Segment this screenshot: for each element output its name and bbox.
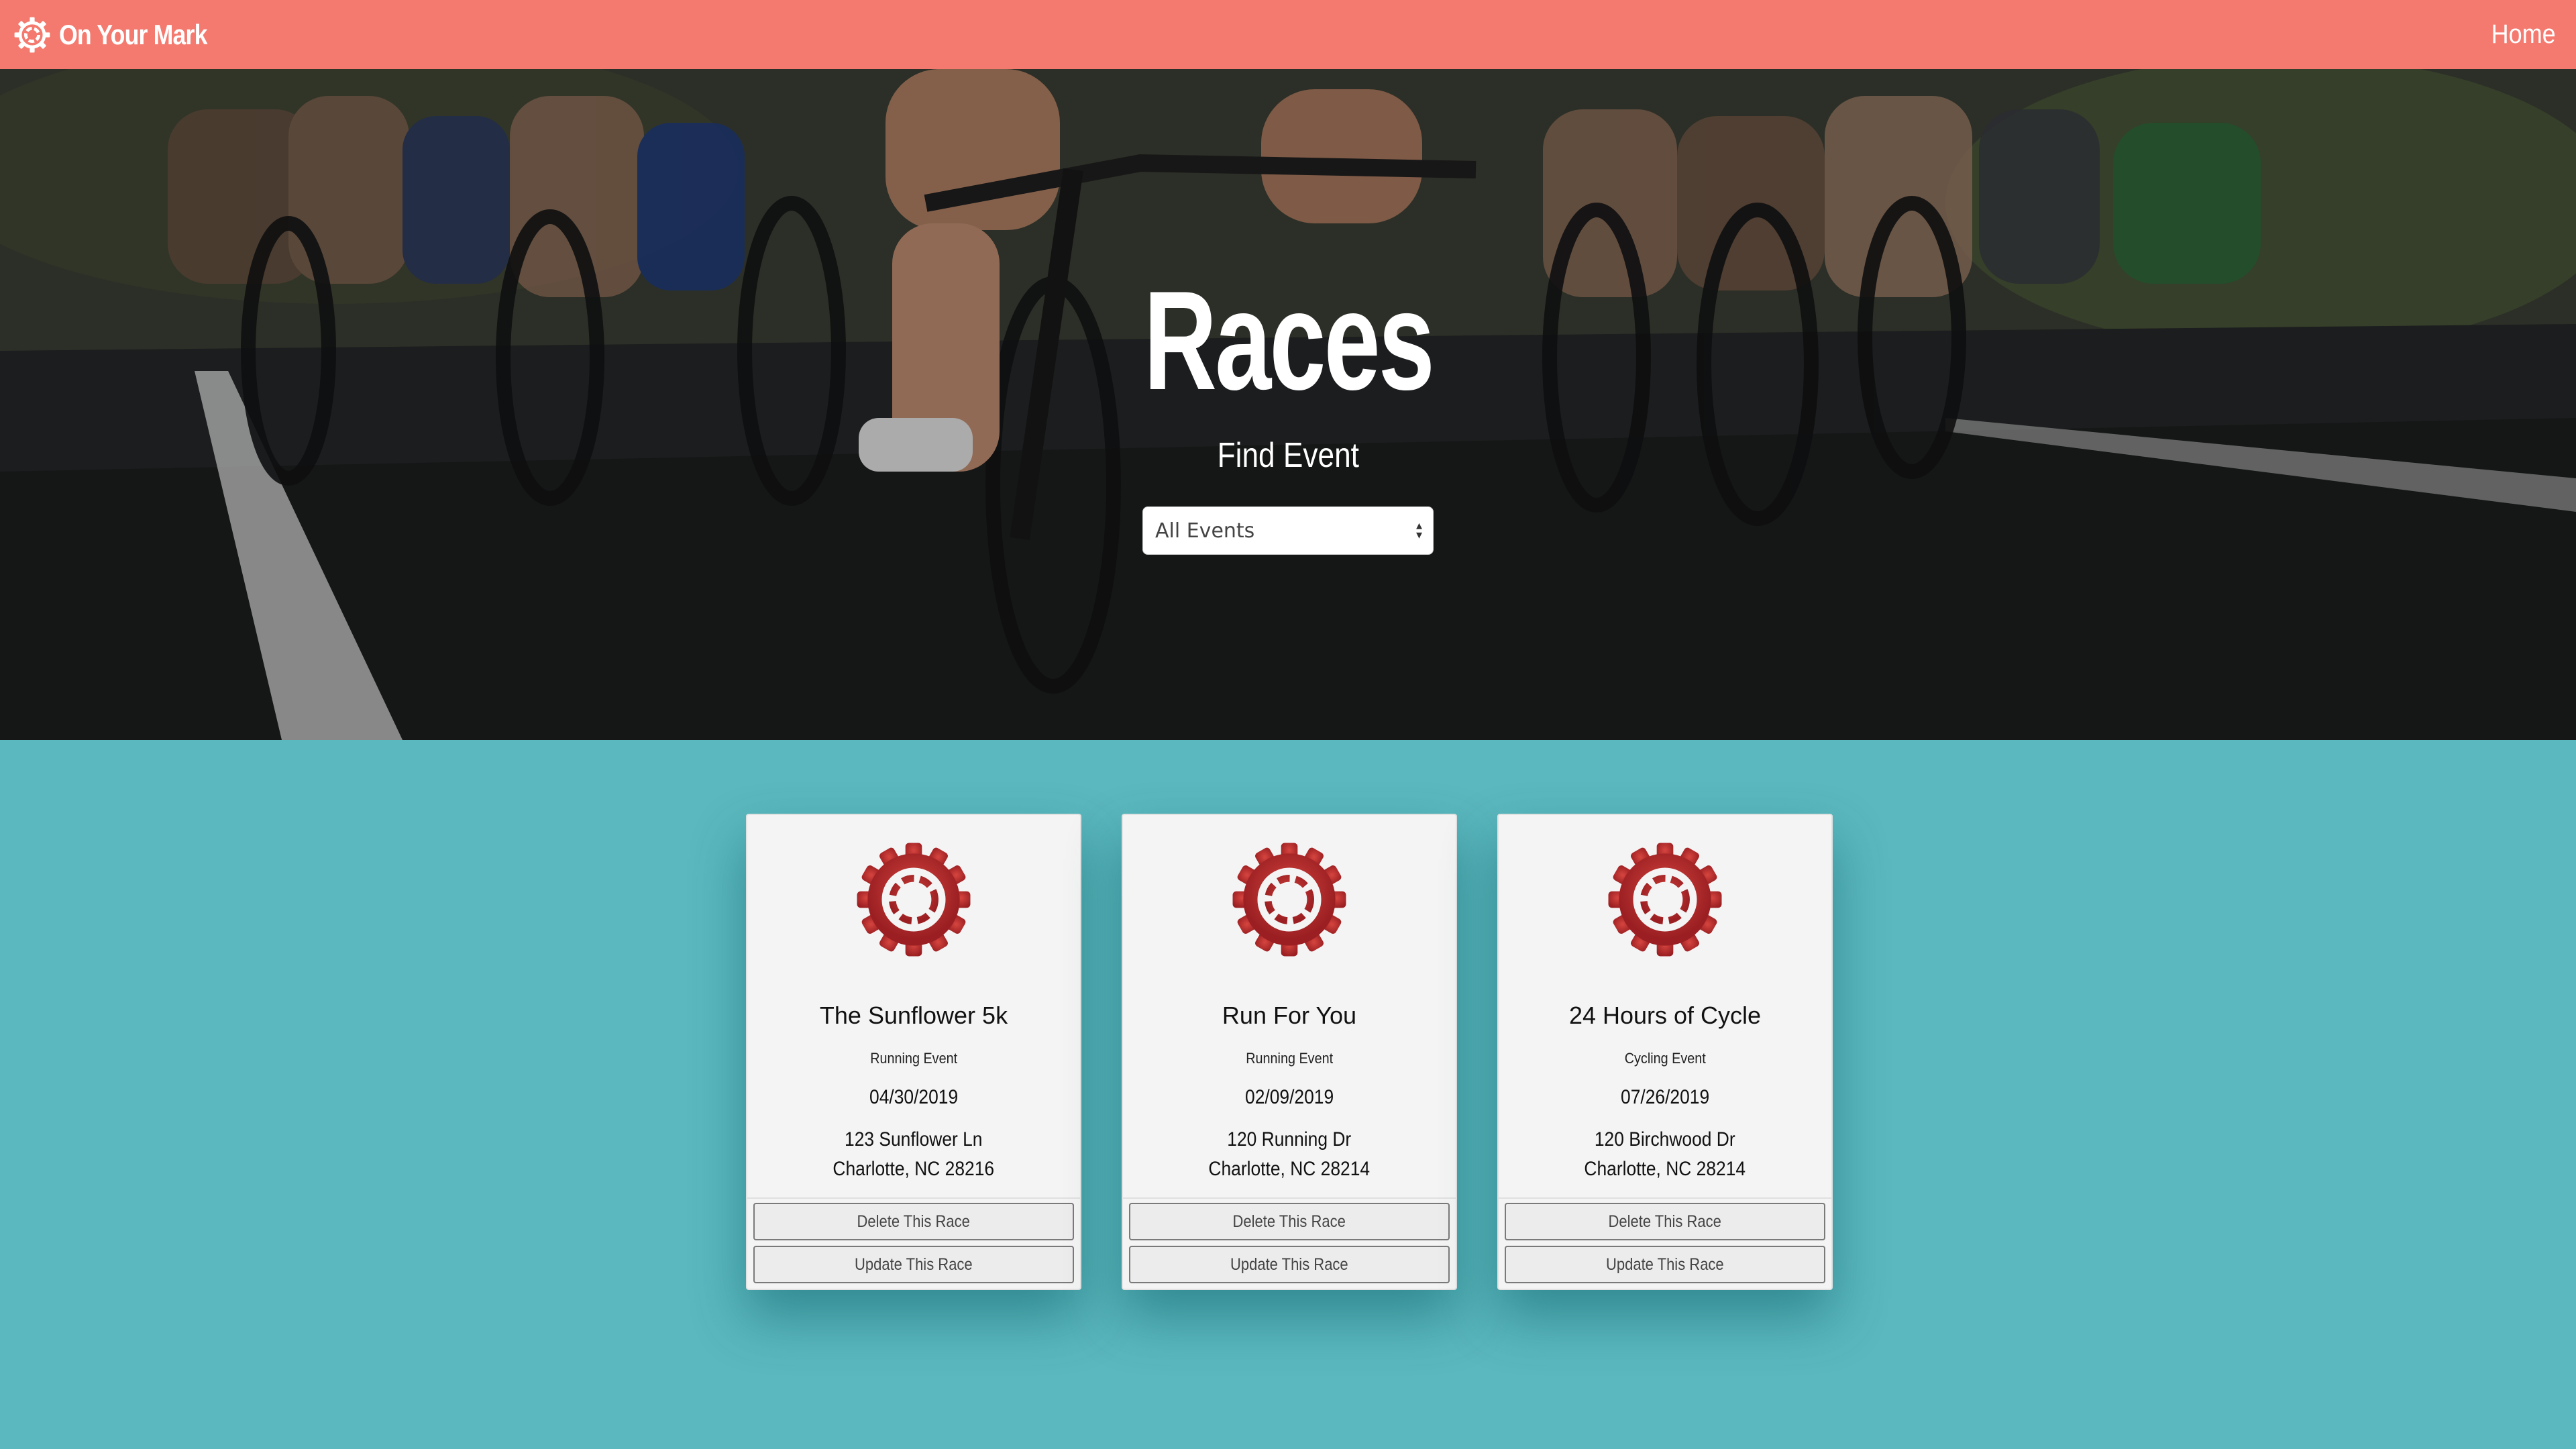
gear-icon: [857, 843, 971, 957]
race-address: 120 Running Dr Charlotte, NC 28214: [1209, 1125, 1371, 1184]
race-card: 24 Hours of Cycle Cycling Event 07/26/20…: [1497, 814, 1833, 1290]
brand-link[interactable]: On Your Mark: [12, 15, 233, 55]
race-name: 24 Hours of Cycle: [1568, 1002, 1762, 1029]
race-card: Run For You Running Event 02/09/2019 120…: [1122, 814, 1457, 1290]
race-card: The Sunflower 5k Running Event 04/30/201…: [746, 814, 1081, 1290]
race-address-line2: Charlotte, NC 28214: [1584, 1158, 1746, 1180]
hero-content: Races Find Event All Events ▴ ▾: [0, 69, 2576, 740]
race-card-actions: Delete This Race Update This Race: [1499, 1197, 1831, 1289]
find-event-label: Find Event: [1217, 436, 1359, 475]
delete-race-button[interactable]: Delete This Race: [1129, 1203, 1450, 1240]
race-address-line2: Charlotte, NC 28214: [1208, 1158, 1371, 1180]
gear-icon: [1232, 843, 1346, 957]
event-filter-value: All Events: [1155, 519, 1255, 543]
race-card-list: The Sunflower 5k Running Event 04/30/201…: [746, 814, 1833, 1290]
nav-home-link[interactable]: Home: [2491, 19, 2556, 50]
update-race-button[interactable]: Update This Race: [1129, 1246, 1450, 1283]
race-name: Run For You: [1222, 1002, 1357, 1029]
race-card-actions: Delete This Race Update This Race: [1123, 1197, 1456, 1289]
race-address-line1: 120 Birchwood Dr: [1595, 1128, 1735, 1150]
race-card-actions: Delete This Race Update This Race: [747, 1197, 1080, 1289]
race-type: Cycling Event: [1624, 1050, 1706, 1067]
update-race-button[interactable]: Update This Race: [1505, 1246, 1825, 1283]
race-type: Running Event: [870, 1050, 957, 1067]
race-address-line2: Charlotte, NC 28216: [833, 1158, 995, 1180]
race-address: 123 Sunflower Ln Charlotte, NC 28216: [833, 1125, 995, 1184]
page-title: Races: [1143, 262, 1434, 419]
update-race-button[interactable]: Update This Race: [753, 1246, 1074, 1283]
sort-arrows-icon: ▴ ▾: [1415, 519, 1422, 542]
brand-name[interactable]: On Your Mark: [59, 19, 207, 51]
delete-race-button[interactable]: Delete This Race: [1505, 1203, 1825, 1240]
race-address-line1: 120 Running Dr: [1227, 1128, 1352, 1150]
gear-icon: [1608, 843, 1722, 957]
race-date: 04/30/2019: [869, 1086, 959, 1108]
race-address-line1: 123 Sunflower Ln: [845, 1128, 983, 1150]
event-filter-select[interactable]: All Events ▴ ▾: [1142, 506, 1434, 555]
race-date: 07/26/2019: [1620, 1086, 1710, 1108]
gear-icon: [14, 17, 50, 52]
race-date: 02/09/2019: [1244, 1086, 1334, 1108]
navbar: On Your Mark Home: [0, 0, 2576, 69]
hero-banner: Races Find Event All Events ▴ ▾: [0, 69, 2576, 740]
race-name: The Sunflower 5k: [819, 1002, 1008, 1029]
delete-race-button[interactable]: Delete This Race: [753, 1203, 1074, 1240]
race-address: 120 Birchwood Dr Charlotte, NC 28214: [1585, 1125, 1746, 1184]
race-type: Running Event: [1246, 1050, 1333, 1067]
